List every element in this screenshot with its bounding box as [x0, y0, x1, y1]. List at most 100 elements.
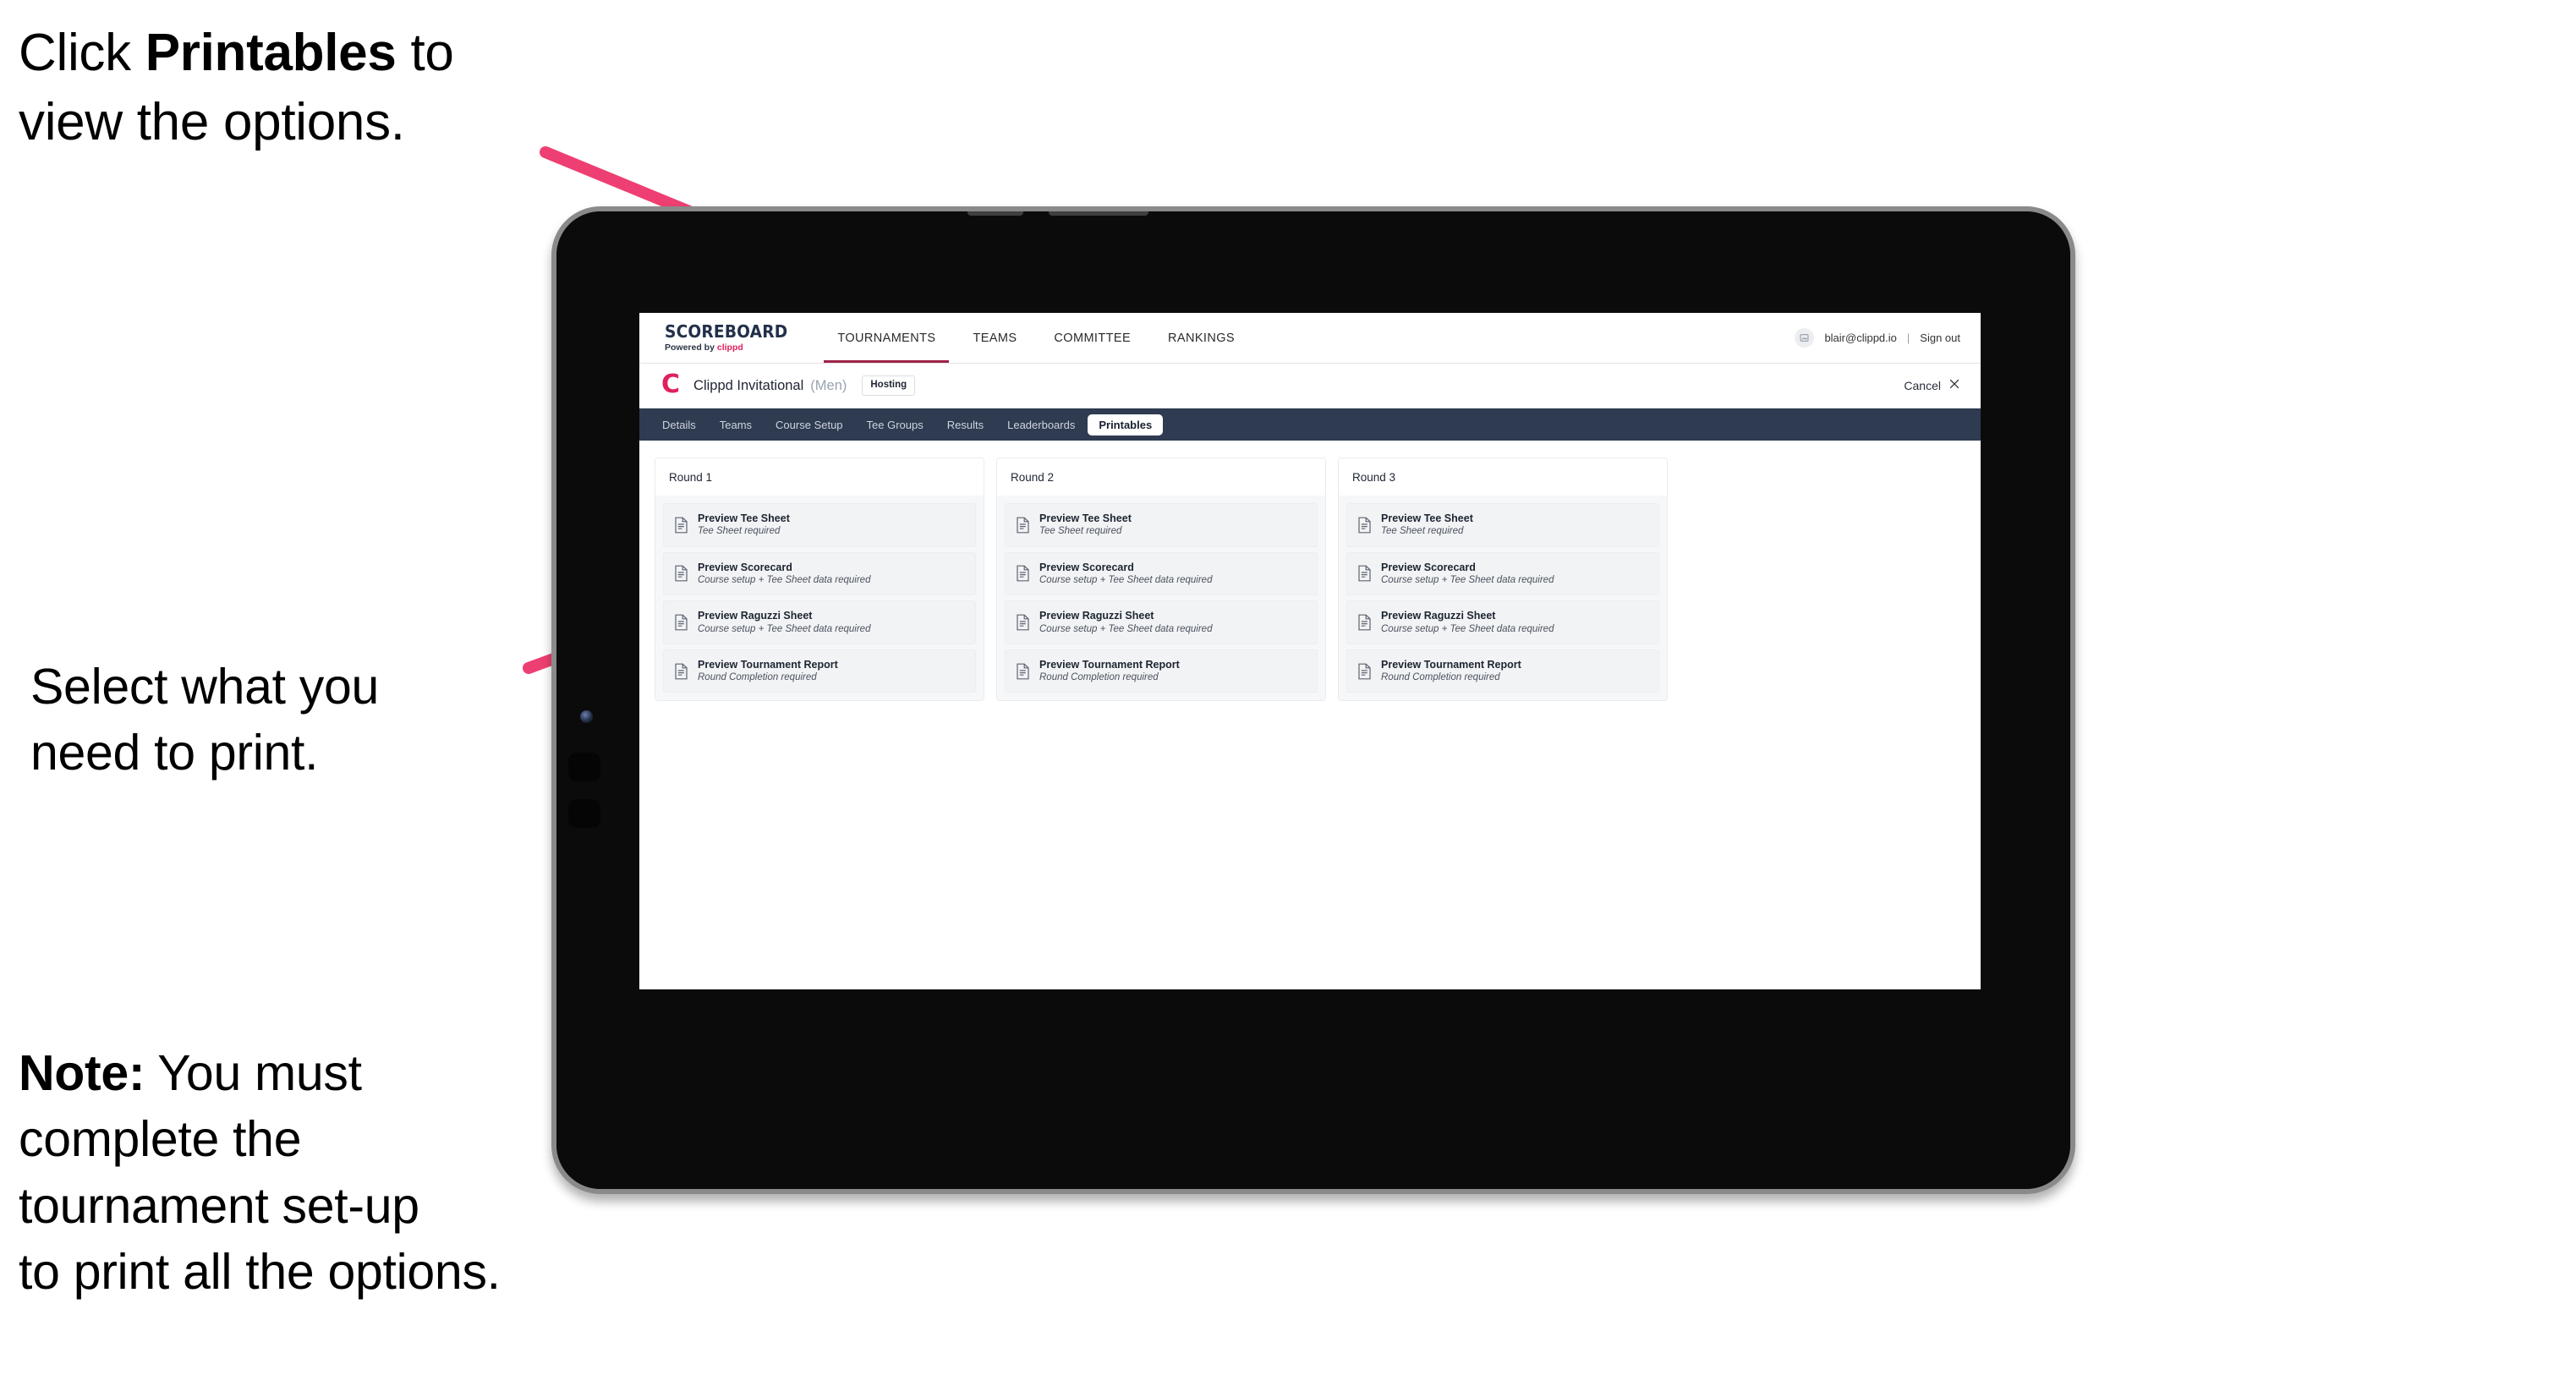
printable-subtitle: Course setup + Tee Sheet data required	[1381, 623, 1554, 634]
printable-subtitle: Course setup + Tee Sheet data required	[698, 574, 871, 585]
document-icon	[1016, 565, 1030, 582]
tablet-device: SCOREBOARD Powered by clippd TOURNAMENTS…	[551, 206, 2075, 1194]
clippd-logo-icon: C	[661, 369, 681, 399]
app-header: SCOREBOARD Powered by clippd TOURNAMENTS…	[639, 313, 1981, 364]
annotation-click-bold: Printables	[145, 24, 397, 82]
brand-subtitle-clippd: clippd	[716, 342, 743, 353]
document-icon	[1357, 517, 1372, 534]
main-navigation: TOURNAMENTS TEAMS COMMITTEE RANKINGS	[819, 313, 1253, 363]
printable-title: Preview Scorecard	[1039, 561, 1134, 573]
tournament-name: Clippd Invitational	[693, 377, 804, 393]
printables-content: Round 1 Preview Tee Sheet Tee Sheet requ…	[639, 441, 1981, 719]
printable-subtitle: Round Completion required	[1381, 672, 1500, 683]
printable-title: Preview Tournament Report	[1039, 658, 1180, 671]
tab-tee-groups[interactable]: Tee Groups	[856, 414, 934, 436]
document-icon	[674, 517, 688, 534]
tablet-top-button-1	[967, 211, 1023, 216]
annotation-click-part1: Click	[19, 24, 145, 82]
close-icon	[1948, 378, 1960, 393]
document-icon	[1016, 614, 1030, 631]
round-title: Round 1	[655, 458, 984, 496]
printable-item-scorecard[interactable]: Preview Scorecard Course setup + Tee She…	[1346, 551, 1659, 596]
tablet-top-button-2	[1049, 211, 1148, 216]
round-items: Preview Tee Sheet Tee Sheet required Pre…	[997, 496, 1325, 701]
printable-subtitle: Tee Sheet required	[1039, 526, 1122, 537]
document-icon	[674, 565, 688, 582]
brand-subtitle-prefix: Powered by	[665, 342, 717, 353]
tab-leaderboards[interactable]: Leaderboards	[996, 414, 1086, 436]
section-tab-bar: Details Teams Course Setup Tee Groups Re…	[639, 408, 1981, 441]
printable-item-scorecard[interactable]: Preview Scorecard Course setup + Tee She…	[663, 551, 976, 596]
user-avatar-icon[interactable]	[1795, 328, 1815, 348]
cancel-button[interactable]: Cancel	[1904, 378, 1960, 393]
camera-icon	[580, 710, 593, 723]
printable-title: Preview Scorecard	[698, 561, 792, 573]
tab-course-setup[interactable]: Course Setup	[765, 414, 854, 436]
nav-item-committee[interactable]: COMMITTEE	[1035, 313, 1149, 363]
printable-title: Preview Tournament Report	[1381, 658, 1521, 671]
tablet-side-button-1	[568, 753, 600, 781]
printable-subtitle: Round Completion required	[698, 672, 817, 683]
annotation-click-printables: Click Printables to view the options.	[19, 19, 594, 158]
document-icon	[1016, 663, 1030, 680]
tab-teams[interactable]: Teams	[709, 414, 763, 436]
cancel-label: Cancel	[1904, 379, 1941, 392]
printable-subtitle: Course setup + Tee Sheet data required	[698, 623, 871, 634]
tablet-bezel: SCOREBOARD Powered by clippd TOURNAMENTS…	[556, 211, 2070, 1189]
nav-item-teams[interactable]: TEAMS	[954, 313, 1035, 363]
nav-item-tournaments[interactable]: TOURNAMENTS	[819, 313, 954, 363]
status-badge: Hosting	[862, 375, 916, 396]
printable-subtitle: Tee Sheet required	[698, 526, 781, 537]
printable-item-tournament-report[interactable]: Preview Tournament Report Round Completi…	[1005, 649, 1318, 693]
document-icon	[1357, 565, 1372, 582]
round-title: Round 2	[997, 458, 1325, 496]
document-icon	[1016, 517, 1030, 534]
tournament-header: C Clippd Invitational (Men) Hosting Canc…	[639, 364, 1981, 408]
tab-details[interactable]: Details	[651, 414, 707, 436]
document-icon	[1357, 614, 1372, 631]
round-title: Round 3	[1339, 458, 1667, 496]
round-column-2: Round 2 Preview Tee Sheet Tee Sheet requ…	[996, 457, 1326, 702]
printable-title: Preview Raguzzi Sheet	[1381, 610, 1496, 622]
printable-subtitle: Course setup + Tee Sheet data required	[1039, 623, 1213, 634]
nav-item-rankings[interactable]: RANKINGS	[1149, 313, 1253, 363]
account-separator: |	[1906, 331, 1910, 344]
printable-title: Preview Tee Sheet	[1039, 512, 1132, 524]
printable-item-tournament-report[interactable]: Preview Tournament Report Round Completi…	[1346, 649, 1659, 693]
annotation-note-bold: Note:	[19, 1045, 145, 1101]
round-items: Preview Tee Sheet Tee Sheet required Pre…	[1339, 496, 1667, 701]
tournament-gender: (Men)	[810, 377, 847, 393]
brand-logo[interactable]: SCOREBOARD Powered by clippd	[639, 313, 819, 363]
printable-item-scorecard[interactable]: Preview Scorecard Course setup + Tee She…	[1005, 551, 1318, 596]
round-items: Preview Tee Sheet Tee Sheet required Pre…	[655, 496, 984, 701]
printable-item-tee-sheet[interactable]: Preview Tee Sheet Tee Sheet required	[663, 503, 976, 547]
printable-subtitle: Tee Sheet required	[1381, 526, 1464, 537]
printable-title: Preview Tee Sheet	[698, 512, 790, 524]
printable-title: Preview Raguzzi Sheet	[698, 610, 813, 622]
tab-printables[interactable]: Printables	[1088, 414, 1164, 436]
printable-item-raguzzi-sheet[interactable]: Preview Raguzzi Sheet Course setup + Tee…	[663, 600, 976, 644]
printable-subtitle: Round Completion required	[1039, 672, 1159, 683]
printable-title: Preview Raguzzi Sheet	[1039, 610, 1154, 622]
printable-title: Preview Tee Sheet	[1381, 512, 1473, 524]
printable-title: Preview Scorecard	[1381, 561, 1476, 573]
printable-subtitle: Course setup + Tee Sheet data required	[1381, 574, 1554, 585]
printable-item-tournament-report[interactable]: Preview Tournament Report Round Completi…	[663, 649, 976, 693]
printable-title: Preview Tournament Report	[698, 658, 838, 671]
tablet-side-button-2	[568, 799, 600, 828]
printable-item-tee-sheet[interactable]: Preview Tee Sheet Tee Sheet required	[1005, 503, 1318, 547]
sign-out-link[interactable]: Sign out	[1920, 331, 1960, 344]
printable-item-raguzzi-sheet[interactable]: Preview Raguzzi Sheet Course setup + Tee…	[1346, 600, 1659, 644]
document-icon	[674, 663, 688, 680]
round-column-1: Round 1 Preview Tee Sheet Tee Sheet requ…	[655, 457, 984, 702]
printable-item-tee-sheet[interactable]: Preview Tee Sheet Tee Sheet required	[1346, 503, 1659, 547]
annotation-select-what-to-print: Select what you need to print.	[30, 659, 380, 781]
document-icon	[674, 614, 688, 631]
brand-subtitle: Powered by clippd	[665, 343, 797, 353]
document-icon	[1357, 663, 1372, 680]
user-email: blair@clippd.io	[1824, 331, 1897, 344]
tab-results[interactable]: Results	[936, 414, 995, 436]
brand-title: SCOREBOARD	[665, 321, 788, 342]
account-area: blair@clippd.io | Sign out	[1795, 313, 1981, 363]
printable-item-raguzzi-sheet[interactable]: Preview Raguzzi Sheet Course setup + Tee…	[1005, 600, 1318, 644]
